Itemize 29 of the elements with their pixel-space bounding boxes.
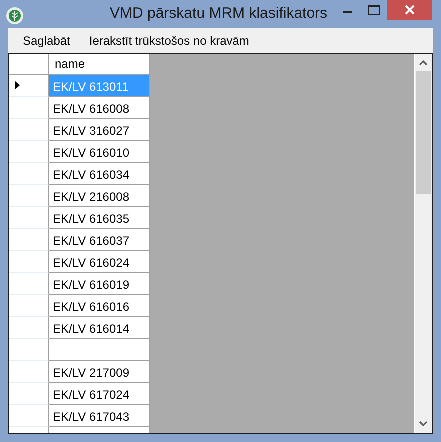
menu-item[interactable]: Ierakstīt trūkstošos no kravām <box>82 30 256 50</box>
table-cell[interactable]: EK/LV 616008 <box>49 97 150 119</box>
row-header[interactable] <box>9 75 49 97</box>
table-cell[interactable]: EK/LV 617024 <box>49 383 150 405</box>
table-cell[interactable]: EK/LV 616010 <box>49 141 150 163</box>
scrollbar-thumb[interactable] <box>416 71 431 194</box>
table-cell[interactable] <box>49 339 150 361</box>
table-cell[interactable]: EK/LV 216008 <box>49 185 150 207</box>
scroll-up-icon[interactable] <box>419 60 428 66</box>
table-cell[interactable]: EK/LV 617043 <box>49 405 150 427</box>
table-cell[interactable]: EK/LV 616034 <box>49 163 150 185</box>
maximize-icon <box>368 5 380 15</box>
table-cell[interactable]: EK/LV 616024 <box>49 251 150 273</box>
table-cell[interactable]: EK/LV 616019 <box>49 273 150 295</box>
scrollbar[interactable] <box>414 54 432 433</box>
menu-item[interactable]: Saglabāt <box>16 30 78 50</box>
table-cell[interactable]: EK/LV 316027 <box>49 119 150 141</box>
table-cell[interactable]: EK/LV 616035 <box>49 207 150 229</box>
table-cell[interactable]: EK/LV 616014 <box>49 317 150 339</box>
scroll-down-icon[interactable] <box>419 421 428 427</box>
table-cell[interactable]: EK/LV 616037 <box>49 229 150 251</box>
close-icon <box>404 5 414 15</box>
column-header[interactable]: name <box>49 54 150 75</box>
row-pointer-icon <box>15 81 20 90</box>
window-title: VMD pārskatu MRM klasifikators <box>110 5 328 22</box>
table-cell[interactable]: EK/LV 616016 <box>49 295 150 317</box>
app-logo-icon <box>6 7 24 25</box>
table-cell[interactable]: EK/LV 217009 <box>49 361 150 383</box>
close-button[interactable] <box>387 0 432 20</box>
